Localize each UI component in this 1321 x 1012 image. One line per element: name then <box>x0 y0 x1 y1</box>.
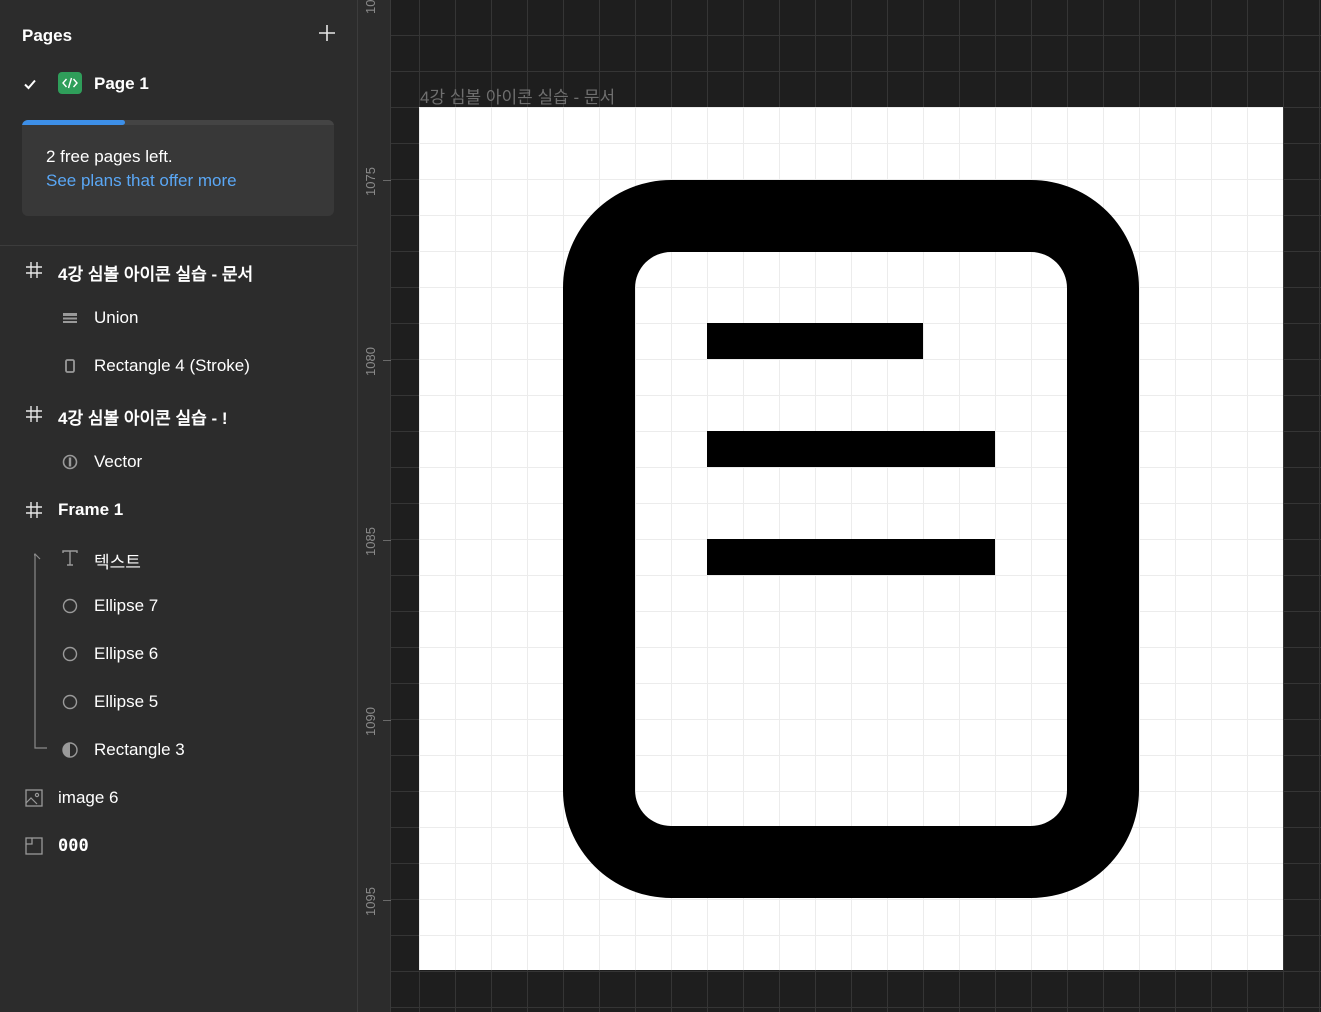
ruler-label: 1080 <box>363 347 378 376</box>
ruler-tick <box>383 360 391 361</box>
layer-rectangle-3[interactable]: Rectangle 3 <box>0 730 358 770</box>
pages-progress-fill <box>22 120 125 125</box>
ruler-tick <box>383 900 391 901</box>
layer-text[interactable]: 텍스트 <box>0 538 358 578</box>
document-line-2 <box>707 431 995 467</box>
layer-label: Union <box>94 308 139 327</box>
ruler-tick <box>383 720 391 721</box>
layer-label: Rectangle 4 (Stroke) <box>94 356 250 375</box>
union-icon <box>60 308 80 328</box>
pages-header: Pages <box>22 24 338 48</box>
image-icon <box>24 788 44 808</box>
component-frame-icon <box>24 836 44 856</box>
page-label: Page 1 <box>94 74 149 93</box>
ruler-label: 1075 <box>363 167 378 196</box>
layer-label: image 6 <box>58 788 119 807</box>
document-icon-frame[interactable] <box>419 107 1283 970</box>
ruler-label: 1070 <box>363 0 378 14</box>
layer-label: 4강 심볼 아이콘 실습 - ! <box>58 409 228 428</box>
layer-frame-document[interactable]: 4강 심볼 아이콘 실습 - 문서 <box>0 250 358 290</box>
ruler-tick <box>383 540 391 541</box>
layer-ellipse-5[interactable]: Ellipse 5 <box>0 682 358 722</box>
layer-vector[interactable]: Vector <box>0 442 358 482</box>
code-page-icon <box>58 72 82 94</box>
ellipse-icon <box>60 692 80 712</box>
panel-divider <box>0 245 358 246</box>
check-icon <box>22 76 38 92</box>
plus-icon[interactable] <box>316 22 338 44</box>
see-plans-link[interactable]: See plans that offer more <box>46 171 237 191</box>
layer-frame-exclamation[interactable]: 4강 심볼 아이콘 실습 - ! <box>0 394 358 434</box>
page-item-current[interactable]: Page 1 <box>22 70 338 98</box>
layer-label: 4강 심볼 아이콘 실습 - 문서 <box>58 265 254 284</box>
pages-progress-track <box>22 120 334 125</box>
layer-label: Frame 1 <box>58 500 124 519</box>
frame-hash-icon <box>24 500 44 520</box>
layer-image-6[interactable]: image 6 <box>0 778 358 818</box>
ellipse-icon <box>60 596 80 616</box>
layer-label: Ellipse 7 <box>94 596 159 615</box>
document-line-3 <box>707 539 995 575</box>
layer-label: Rectangle 3 <box>94 740 185 759</box>
layer-label: Ellipse 6 <box>94 644 159 663</box>
vector-icon <box>60 452 80 472</box>
frame-hash-icon <box>24 260 44 280</box>
half-circle-icon <box>60 740 80 760</box>
ruler-label: 1085 <box>363 527 378 556</box>
ellipse-icon <box>60 644 80 664</box>
layer-union[interactable]: Union <box>0 298 358 338</box>
frame-title-label[interactable]: 4강 심볼 아이콘 실습 - 문서 <box>420 83 615 108</box>
layer-label: Ellipse 5 <box>94 692 159 711</box>
promo-text: 2 free pages left. <box>46 147 173 166</box>
design-canvas[interactable]: 4강 심볼 아이콘 실습 - 문서 <box>391 0 1321 1012</box>
document-icon[interactable] <box>419 107 1283 970</box>
layer-ellipse-7[interactable]: Ellipse 7 <box>0 586 358 626</box>
ruler-label: 1095 <box>363 887 378 916</box>
layer-label: 텍스트 <box>94 553 141 572</box>
ruler-label: 1090 <box>363 707 378 736</box>
vertical-ruler[interactable]: 1070 1075 1080 1085 1090 1095 <box>359 0 391 1012</box>
frame-hash-icon <box>24 404 44 424</box>
layer-label: 000 <box>58 836 89 856</box>
document-line-1 <box>707 323 923 359</box>
layer-frame-1[interactable]: Frame 1 <box>0 490 358 530</box>
ruler-tick <box>383 180 391 181</box>
layer-rectangle-4-stroke[interactable]: Rectangle 4 (Stroke) <box>0 346 358 386</box>
text-icon <box>60 548 80 568</box>
layer-label: Vector <box>94 452 143 471</box>
upgrade-promo: 2 free pages left. See plans that offer … <box>22 120 334 216</box>
rectangle-stroke-icon <box>60 356 80 376</box>
figma-editor: Pages Page 1 2 free pages left. See plan… <box>0 0 1321 1012</box>
layer-ellipse-6[interactable]: Ellipse 6 <box>0 634 358 674</box>
left-sidebar: Pages Page 1 2 free pages left. See plan… <box>0 0 358 1012</box>
pages-title: Pages <box>22 26 73 45</box>
layer-000[interactable]: 000 <box>0 826 358 866</box>
